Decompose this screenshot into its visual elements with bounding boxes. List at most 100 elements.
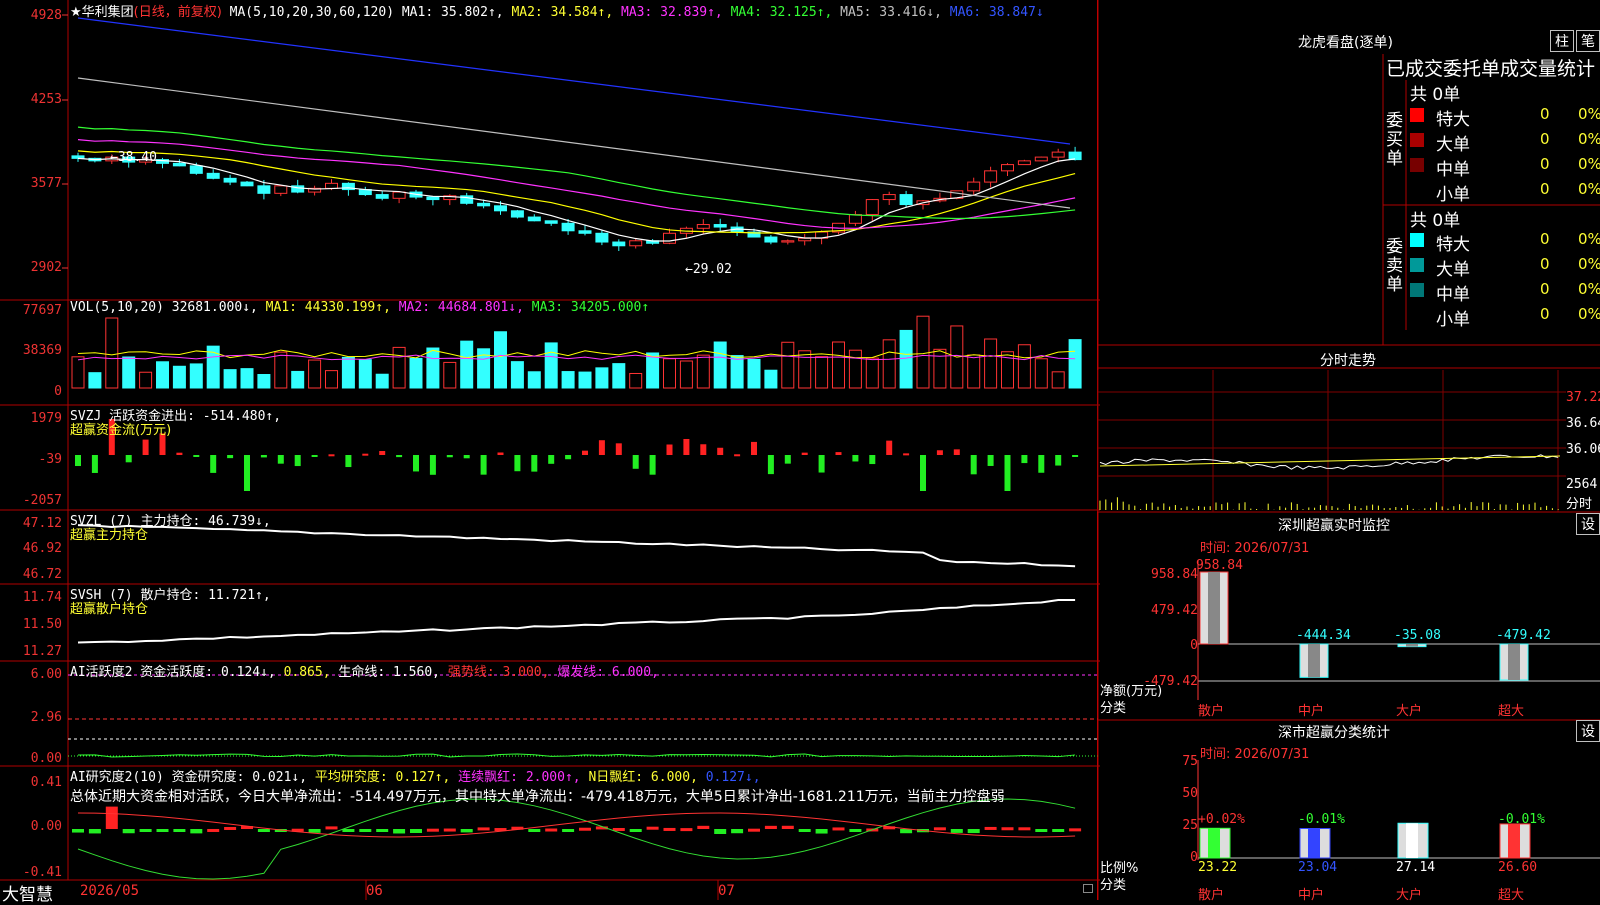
monitor-time: 时间: 2026/07/31	[1200, 541, 1310, 556]
period-label[interactable]: (日线，前复权)	[134, 5, 222, 20]
research-line-2	[77, 812, 1076, 838]
candle	[1051, 151, 1065, 158]
monitor-settings-button[interactable]: 设	[1576, 513, 1600, 535]
row-pct: 0%	[1578, 305, 1600, 323]
candle	[561, 222, 575, 232]
classify-time: 时间: 2026/07/31	[1200, 747, 1310, 762]
research-bar	[663, 827, 676, 831]
monitor-bar-shade	[1508, 644, 1520, 680]
vol-label: VOL(5,10,20)	[70, 300, 164, 315]
research-line	[77, 798, 1076, 880]
svzj-axis-3: -2057	[22, 493, 62, 508]
flow-bar	[1055, 455, 1062, 466]
candle	[1034, 156, 1048, 162]
flow-bar	[446, 455, 453, 458]
candle	[1001, 164, 1014, 172]
volume-bar	[88, 372, 102, 389]
candle	[595, 232, 609, 243]
candle	[223, 177, 237, 183]
research-bar	[122, 829, 135, 834]
candle	[392, 191, 406, 199]
intraday-axis-1: 37.22	[1566, 390, 1600, 405]
flow-bar	[734, 454, 741, 457]
flow-bar	[362, 453, 369, 456]
volume-bar	[223, 369, 237, 389]
volume-bar	[105, 317, 119, 389]
row-pct: 0%	[1578, 230, 1600, 248]
monitor-title: 深圳超赢实时监控	[1278, 518, 1390, 534]
flow-bar	[548, 455, 555, 464]
flow-bar	[751, 441, 757, 455]
volume-bar	[426, 347, 440, 389]
svsh-axis-2: 11.50	[22, 617, 62, 632]
flow-bar	[632, 455, 639, 469]
row-label: 中单	[1436, 285, 1470, 305]
monitor-value-label: -444.34	[1296, 628, 1351, 643]
classify-category: 散户	[1198, 888, 1225, 903]
price-axis-2: 4253	[30, 92, 62, 107]
lock-icon[interactable]	[1083, 884, 1093, 893]
classify-bar-shade	[1508, 823, 1520, 858]
flow-bar	[1072, 455, 1079, 457]
bar-mode-button[interactable]: 柱	[1550, 30, 1574, 52]
legend-swatch	[1410, 108, 1424, 122]
flow-bar	[615, 443, 622, 455]
volume-bar	[409, 357, 423, 389]
research-bar	[714, 829, 727, 834]
flow-bar	[429, 455, 436, 475]
candle	[882, 194, 896, 201]
ma1-value: MA1: 35.802↑,	[401, 5, 504, 20]
candle	[527, 216, 541, 222]
svsh-axis-3: 11.27	[22, 644, 62, 659]
ai-research-header: AI研究度2(10) 资金研究度: 0.021↓, 平均研究度: 0.127↑,…	[70, 766, 761, 785]
monitor-bar-shade	[1308, 644, 1320, 678]
volume-bar	[358, 359, 372, 389]
air-axis-1: 0.41	[30, 775, 62, 790]
flow-bar	[294, 455, 301, 467]
monitor-xlabel: 分类	[1100, 701, 1127, 716]
row-qty: 0	[1540, 230, 1550, 248]
volume-bar	[916, 315, 930, 389]
volume-bar	[1017, 344, 1031, 389]
research-bar	[764, 825, 777, 829]
monitor-value-label: 958.84	[1196, 558, 1243, 573]
research-bar	[224, 826, 237, 830]
svzl-axis-2: 46.92	[22, 541, 62, 556]
research-bar	[1001, 827, 1014, 831]
row-qty: 0	[1540, 155, 1550, 173]
volume-bar	[747, 358, 761, 389]
classify-axis-2: 50	[1182, 786, 1198, 801]
flow-bar	[75, 455, 81, 467]
price-axis-3: 3577	[30, 176, 62, 191]
svsh-axis-1: 11.74	[22, 590, 62, 605]
row-label: 特大	[1436, 110, 1470, 130]
research-bar	[257, 829, 270, 832]
research-bar	[1018, 827, 1031, 831]
flow-bar	[531, 455, 538, 472]
row-qty: 0	[1540, 130, 1550, 148]
candle	[206, 172, 220, 179]
volume-bar	[392, 346, 406, 389]
favorite-star-icon[interactable]: ★	[70, 5, 82, 20]
volume-bar	[848, 349, 862, 389]
classify-settings-button[interactable]: 设	[1576, 720, 1600, 742]
volume-bar	[527, 371, 541, 389]
flow-bar	[345, 455, 352, 468]
air-v: 0.127↓,	[705, 770, 761, 785]
classify-bar-shade	[1208, 828, 1220, 858]
volume-bar	[156, 361, 169, 389]
tick-mode-button[interactable]: 笔	[1576, 30, 1600, 52]
row-label: 特大	[1436, 235, 1470, 255]
classify-value-label: 26.60	[1498, 860, 1538, 875]
research-bar	[579, 827, 591, 831]
research-bar	[207, 828, 220, 832]
volume-bar	[291, 370, 305, 389]
flow-bar	[666, 444, 673, 455]
flow-bar	[260, 455, 267, 458]
svzj-axis-1: 1979	[30, 411, 62, 426]
volume-bar	[240, 368, 254, 389]
candle	[1068, 151, 1082, 161]
flow-bar	[1021, 455, 1028, 464]
flow-bar	[227, 455, 234, 459]
research-bar	[173, 829, 186, 832]
